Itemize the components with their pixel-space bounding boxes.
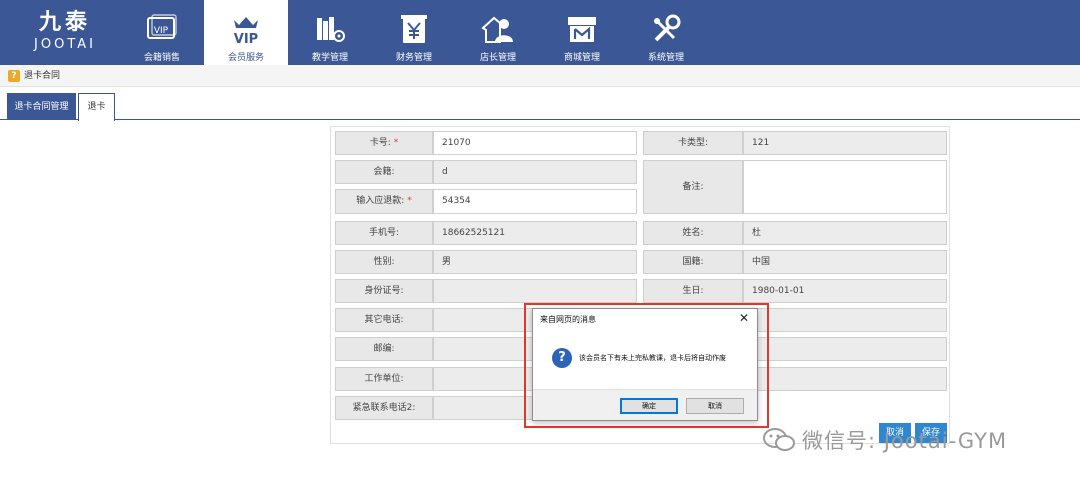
phone-label: 手机号: [335,221,433,245]
nav-label: 系统管理 [647,53,684,63]
vip-card-icon: VIP [147,14,177,39]
brand-name-en: JOOTAI [34,37,96,52]
brand-name-cn: 九泰 [38,10,91,35]
card-type-field[interactable]: 121 [743,131,947,155]
name-label: 姓名: [643,221,743,245]
birthday-label: 生日: [643,279,743,303]
gender-label: 性别: [335,250,433,274]
remark-label: 备注: [643,160,743,214]
nav-label: 店长管理 [479,53,516,63]
question-icon: ? [552,348,572,368]
vip-crown-text: VIP [234,32,258,46]
question-icon: ? [8,70,20,82]
nav-item-member-service[interactable]: VIP 会员服务 [204,0,288,65]
phone-field[interactable]: 18662525121 [433,221,637,245]
nav-item-teaching[interactable]: 教学管理 [288,0,372,65]
tab-refund-contract-management[interactable]: 退卡合同管理 [7,93,76,120]
main-nav: VIP 会籍销售 VIP 会员服务 教学管理 财务管理 店长管理 商城管理 系统… [120,0,708,65]
other-phone-label: 其它电话: [335,308,433,332]
top-navigation-bar: 九泰 JOOTAI VIP 会籍销售 VIP 会员服务 教学管理 财务管理 店长… [0,0,1080,65]
gender-field[interactable]: 男 [433,250,637,274]
ok-button[interactable]: 确定 [620,398,678,414]
right-field-row8[interactable] [743,337,947,361]
nav-label: 会籍销售 [143,53,180,63]
tools-icon [654,14,681,42]
close-icon[interactable]: ✕ [737,311,751,325]
dialog-message: 该会员名下有未上完私教课，退卡后将自动作废 [579,354,726,362]
tab-bar: 退卡合同管理 退卡 [0,88,1080,121]
refund-amount-label: 输入应退款: * [335,189,433,214]
nationality-field[interactable]: 中国 [743,250,947,274]
tab-refund[interactable]: 退卡 [78,93,115,121]
card-no-field[interactable]: 21070 [433,131,637,155]
nav-item-finance[interactable]: 财务管理 [372,0,456,65]
shop-icon [568,17,596,42]
card-type-label: 卡类型: [643,131,743,155]
right-field-row7[interactable] [743,308,947,332]
work-unit-label: 工作单位: [335,367,433,391]
right-field-row9[interactable] [743,367,947,391]
wechat-icon [763,428,795,451]
message-dialog: 来自网页的消息 ✕ ? 该会员名下有未上完私教课，退卡后将自动作废 确定 取消 [532,308,758,421]
nav-label: 财务管理 [395,53,432,63]
membership-label: 会籍: [335,160,433,184]
vip-crown-icon: VIP [234,17,258,46]
nav-item-store-manager[interactable]: 店长管理 [456,0,540,65]
dialog-cancel-button[interactable]: 取消 [686,398,744,414]
nav-label: 会员服务 [227,53,264,63]
remark-field[interactable] [743,160,947,214]
nav-item-membership-sales[interactable]: VIP 会籍销售 [120,0,204,65]
emergency-phone-label: 紧急联系电话2: [335,396,433,420]
nav-label: 商城管理 [563,53,600,63]
brand-logo[interactable]: 九泰 JOOTAI [20,10,110,60]
watermark: 微信号: Jootai-GYM [762,425,1007,455]
id-number-field[interactable] [433,279,637,303]
breadcrumb: ? 退卡合同 [0,65,1080,87]
yen-box-icon [401,15,427,43]
manager-house-icon [481,16,513,43]
dialog-body: ? 该会员名下有未上完私教课，退卡后将自动作废 [533,333,757,391]
refund-amount-field[interactable]: 54354 [433,189,637,214]
books-gear-icon [317,17,345,42]
card-no-label: 卡号: * [335,131,433,155]
id-number-label: 身份证号: [335,279,433,303]
watermark-text: 微信号: Jootai-GYM [802,429,1008,453]
name-field[interactable]: 杜 [743,221,947,245]
nav-item-mall[interactable]: 商城管理 [540,0,624,65]
vip-card-text: VIP [154,26,169,36]
dialog-footer: 确定 取消 [533,389,757,420]
dialog-title: 来自网页的消息 [540,315,596,324]
nationality-label: 国籍: [643,250,743,274]
birthday-field[interactable]: 1980-01-01 [743,279,947,303]
breadcrumb-text: 退卡合同 [24,71,61,81]
membership-field[interactable]: d [433,160,637,184]
postcode-label: 邮编: [335,337,433,361]
nav-label: 教学管理 [311,53,348,63]
nav-item-system[interactable]: 系统管理 [624,0,708,65]
